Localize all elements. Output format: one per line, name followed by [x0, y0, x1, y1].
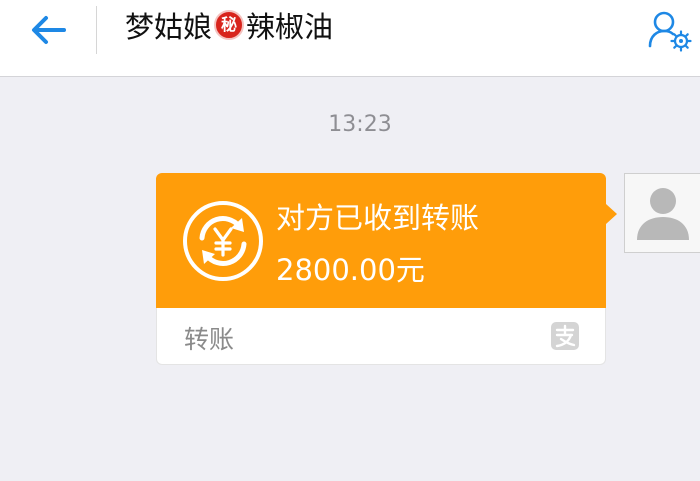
transfer-message-bubble[interactable]: 对方已收到转账 2800.00元 转账 [156, 173, 617, 365]
message-timestamp: 13:23 [328, 112, 392, 137]
chat-header: 梦姑娘 秘 辣椒油 [0, 0, 700, 77]
header-divider [96, 6, 97, 54]
back-arrow-icon [32, 16, 66, 44]
alipay-icon [551, 322, 579, 350]
bubble-tail [606, 204, 617, 224]
transfer-received-icon [182, 200, 264, 282]
chat-title: 梦姑娘 秘 辣椒油 [125, 3, 333, 47]
transfer-amount: 2800.00元 [276, 253, 425, 287]
transfer-card-header: 对方已收到转账 2800.00元 [156, 173, 606, 308]
chat-title-part1: 梦姑娘 [125, 10, 213, 44]
contact-settings-icon [648, 11, 692, 52]
sender-avatar[interactable] [624, 173, 700, 253]
transfer-card-footer: 转账 [156, 308, 606, 365]
contact-settings-button[interactable] [646, 8, 694, 54]
default-avatar-icon [637, 188, 689, 240]
back-button[interactable] [22, 8, 78, 52]
transfer-status-text: 对方已收到转账 [276, 201, 480, 235]
transfer-type-label: 转账 [184, 325, 235, 354]
secret-chat-badge: 秘 [214, 10, 245, 40]
chat-title-part2: 辣椒油 [246, 10, 334, 44]
